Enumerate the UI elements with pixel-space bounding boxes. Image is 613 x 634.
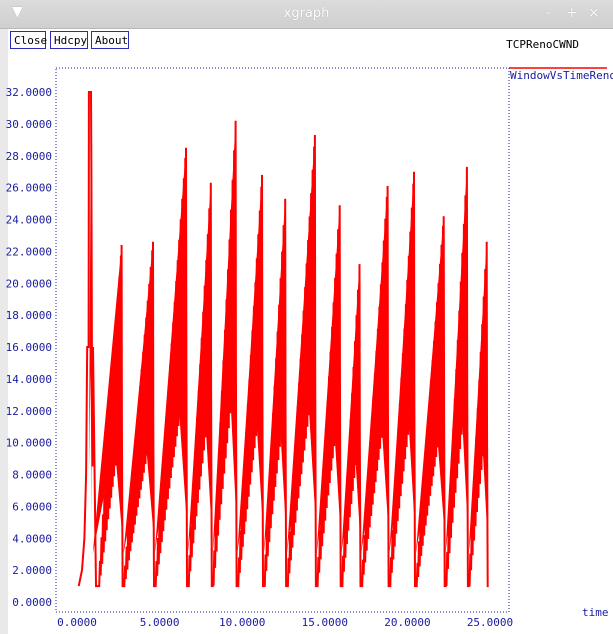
x-tick-label: 25.0000 (467, 616, 513, 629)
series-layer (77, 91, 489, 588)
y-tick-label: 22.0000 (6, 245, 52, 258)
series-fill-segment (123, 241, 154, 555)
series-fill-segment (212, 120, 237, 555)
y-tick-label: 20.0000 (6, 277, 52, 290)
y-tick-label: 18.0000 (6, 309, 52, 322)
x-tick-label: 20.0000 (384, 616, 430, 629)
series-fill-segment (187, 182, 212, 555)
x-tick-label: 5.0000 (140, 616, 180, 629)
y-tick-label: 6.0000 (12, 500, 52, 513)
y-tick-label: 32.0000 (6, 86, 52, 99)
y-tick-label: 0.0000 (12, 596, 52, 609)
series-fill-segment (415, 216, 445, 555)
series-fill-segment (237, 174, 263, 555)
x-tick-label: 10.0000 (219, 616, 265, 629)
x-axis-ticks: 0.0000 5.0000 10.0000 15.0000 20.0000 25.0000 (57, 616, 513, 629)
y-tick-label: 28.0000 (6, 150, 52, 163)
y-tick-label: 10.0000 (6, 437, 52, 450)
y-tick-label: 26.0000 (6, 182, 52, 195)
x-tick-label: 0.0000 (57, 616, 97, 629)
series-fill-segment (361, 186, 389, 555)
x-axis-label: time (582, 606, 609, 619)
series-fill-segment (154, 147, 187, 555)
y-tick-label: 12.0000 (6, 405, 52, 418)
y-tick-label: 2.0000 (12, 564, 52, 577)
series-fill-segment (263, 198, 286, 555)
y-tick-label: 14.0000 (6, 373, 52, 386)
legend-series-label: WindowVsTimeReno (510, 69, 613, 82)
series-fill-segment (286, 135, 316, 555)
y-tick-label: 30.0000 (6, 118, 52, 131)
plot-area: 0.0000 2.0000 4.0000 6.0000 8.0000 10.0000 12.… (6, 67, 613, 629)
series-fill-segment (389, 171, 415, 555)
y-tick-label: 4.0000 (12, 532, 52, 545)
series-fill-segment (316, 205, 341, 555)
y-tick-label: 24.0000 (6, 214, 52, 227)
x-tick-label: 15.0000 (302, 616, 348, 629)
y-tick-label: 8.0000 (12, 469, 52, 482)
series-fill-segment (445, 166, 468, 555)
y-axis-ticks: 0.0000 2.0000 4.0000 6.0000 8.0000 10.0000 12.… (6, 86, 52, 609)
y-tick-label: 16.0000 (6, 341, 52, 354)
